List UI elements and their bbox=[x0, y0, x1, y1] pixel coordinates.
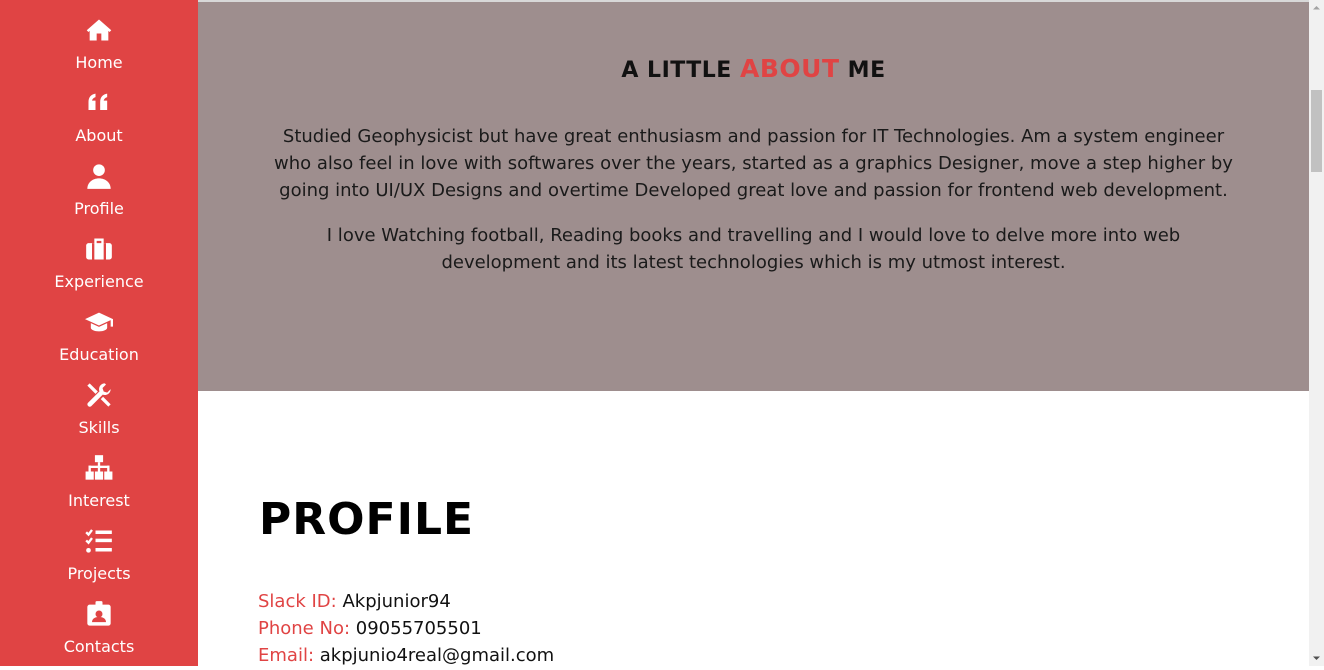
about-paragraph-2: I love Watching football, Reading books … bbox=[326, 225, 1181, 273]
profile-title: PROFILE bbox=[259, 494, 475, 545]
tools-icon bbox=[84, 380, 114, 410]
sidebar-item-interest[interactable]: Interest bbox=[0, 451, 198, 521]
sitemap-icon bbox=[84, 453, 114, 483]
graduation-cap-icon bbox=[84, 307, 114, 337]
email-row: Email: akpjunio4real@gmail.com bbox=[258, 645, 554, 667]
user-icon bbox=[84, 161, 114, 191]
sidebar-item-experience[interactable]: Experience bbox=[0, 232, 198, 302]
sidebar-item-label: Skills bbox=[78, 418, 120, 437]
home-icon bbox=[84, 15, 114, 45]
sidebar-item-label: About bbox=[75, 126, 123, 145]
briefcase-icon bbox=[84, 234, 114, 264]
slack-id-value: Akpjunior94 bbox=[342, 591, 451, 612]
scroll-thumb[interactable] bbox=[1311, 90, 1322, 172]
scroll-down-arrow-icon[interactable] bbox=[1309, 651, 1324, 666]
sidebar-item-skills[interactable]: Skills bbox=[0, 378, 198, 448]
sidebar-item-label: Experience bbox=[54, 272, 144, 291]
slack-id-row: Slack ID: Akpjunior94 bbox=[258, 591, 451, 613]
about-section: A LITTLE ABOUT ME Studied Geophysicist b… bbox=[198, 2, 1309, 391]
about-title: A LITTLE ABOUT ME bbox=[198, 54, 1309, 83]
email-value: akpjunio4real@gmail.com bbox=[319, 645, 555, 666]
vertical-scrollbar[interactable] bbox=[1309, 0, 1324, 666]
sidebar: Home About Profile Experience Education … bbox=[0, 0, 198, 666]
sidebar-item-label: Projects bbox=[67, 564, 131, 583]
about-paragraph-1: Studied Geophysicist but have great enth… bbox=[274, 126, 1233, 201]
sidebar-item-home[interactable]: Home bbox=[0, 13, 198, 83]
sidebar-item-label: Interest bbox=[68, 491, 130, 510]
sidebar-item-contacts[interactable]: Contacts bbox=[0, 597, 198, 667]
sidebar-item-label: Education bbox=[59, 345, 139, 364]
phone-row: Phone No: 09055705501 bbox=[258, 618, 482, 640]
about-title-prefix: A LITTLE bbox=[621, 58, 740, 83]
sidebar-item-profile[interactable]: Profile bbox=[0, 159, 198, 229]
slack-id-label: Slack ID: bbox=[258, 591, 337, 612]
email-label: Email: bbox=[258, 645, 315, 666]
sidebar-item-education[interactable]: Education bbox=[0, 305, 198, 375]
id-badge-icon bbox=[84, 599, 114, 629]
phone-value: 09055705501 bbox=[355, 618, 482, 639]
sidebar-item-about[interactable]: About bbox=[0, 86, 198, 156]
scroll-up-arrow-icon[interactable] bbox=[1309, 0, 1324, 15]
sidebar-item-label: Home bbox=[75, 53, 123, 72]
quote-icon bbox=[84, 88, 114, 118]
phone-label: Phone No: bbox=[258, 618, 351, 639]
sidebar-item-label: Profile bbox=[74, 199, 124, 218]
about-title-accent: ABOUT bbox=[740, 54, 840, 83]
sidebar-item-label: Contacts bbox=[63, 637, 135, 656]
sidebar-item-projects[interactable]: Projects bbox=[0, 524, 198, 594]
about-title-suffix: ME bbox=[839, 58, 886, 83]
tasks-icon bbox=[84, 526, 114, 556]
